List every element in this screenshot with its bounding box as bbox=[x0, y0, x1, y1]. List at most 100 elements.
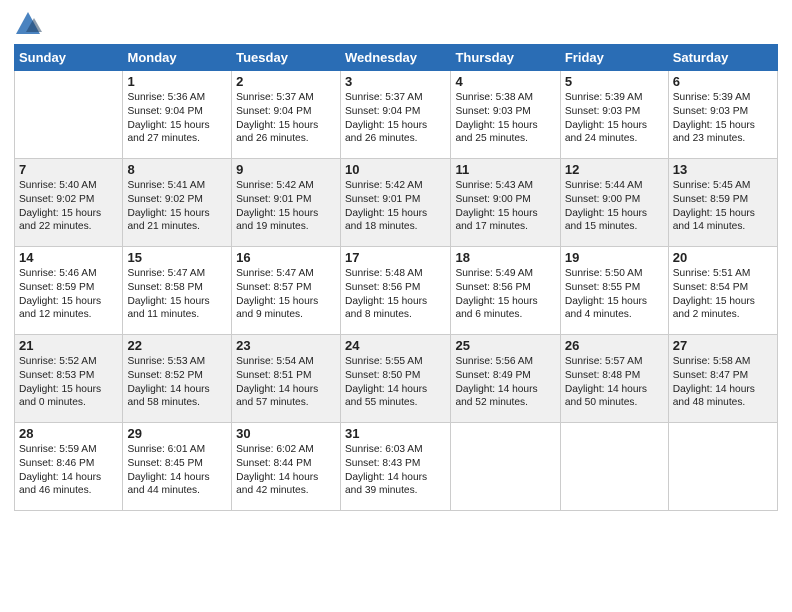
day-info: Sunrise: 5:44 AMSunset: 9:00 PMDaylight:… bbox=[565, 179, 664, 234]
calendar: SundayMondayTuesdayWednesdayThursdayFrid… bbox=[14, 44, 778, 511]
calendar-cell: 21 Sunrise: 5:52 AMSunset: 8:53 PMDayligh… bbox=[15, 335, 123, 423]
calendar-cell: 4 Sunrise: 5:38 AMSunset: 9:03 PMDaylight… bbox=[451, 71, 560, 159]
page: SundayMondayTuesdayWednesdayThursdayFrid… bbox=[0, 0, 792, 612]
day-number: 26 bbox=[565, 338, 664, 353]
calendar-cell: 11 Sunrise: 5:43 AMSunset: 9:00 PMDayligh… bbox=[451, 159, 560, 247]
weekday-friday: Friday bbox=[560, 45, 668, 71]
week-row-1: 7Sunrise: 5:40 AMSunset: 9:02 PMDaylight… bbox=[15, 159, 778, 247]
weekday-header-row: SundayMondayTuesdayWednesdayThursdayFrid… bbox=[15, 45, 778, 71]
calendar-cell: 1Sunrise: 5:36 AMSunset: 9:04 PMDaylight… bbox=[123, 71, 232, 159]
day-info: Sunrise: 5:43 AMSunset: 9:00 PMDaylight:… bbox=[455, 179, 555, 234]
day-info: Sunrise: 5:51 AMSunset: 8:54 PMDaylight:… bbox=[673, 267, 773, 322]
header bbox=[14, 10, 778, 38]
day-info: Sunrise: 5:55 AMSunset: 8:50 PMDaylight:… bbox=[345, 355, 446, 410]
week-row-0: 1Sunrise: 5:36 AMSunset: 9:04 PMDaylight… bbox=[15, 71, 778, 159]
day-info: Sunrise: 5:53 AMSunset: 8:52 PMDaylight:… bbox=[127, 355, 227, 410]
calendar-cell: 3Sunrise: 5:37 AMSunset: 9:04 PMDaylight… bbox=[341, 71, 451, 159]
day-number: 10 bbox=[345, 162, 446, 177]
calendar-cell: 18Sunrise: 5:49 AMSunset: 8:56 PMDayligh… bbox=[451, 247, 560, 335]
day-number: 7 bbox=[19, 162, 118, 177]
calendar-cell: 6 Sunrise: 5:39 AMSunset: 9:03 PMDaylight… bbox=[668, 71, 777, 159]
day-number: 4 bbox=[455, 74, 555, 89]
day-info: Sunrise: 6:03 AMSunset: 8:43 PMDaylight:… bbox=[345, 443, 446, 498]
day-number: 6 bbox=[673, 74, 773, 89]
calendar-cell: 8 Sunrise: 5:41 AMSunset: 9:02 PMDaylight… bbox=[123, 159, 232, 247]
weekday-saturday: Saturday bbox=[668, 45, 777, 71]
day-number: 12 bbox=[565, 162, 664, 177]
day-number: 5 bbox=[565, 74, 664, 89]
day-number: 28 bbox=[19, 426, 118, 441]
logo bbox=[14, 10, 44, 38]
day-number: 9 bbox=[236, 162, 336, 177]
calendar-cell: 22 Sunrise: 5:53 AMSunset: 8:52 PMDayligh… bbox=[123, 335, 232, 423]
day-info: Sunrise: 5:41 AMSunset: 9:02 PMDaylight:… bbox=[127, 179, 227, 234]
day-info: Sunrise: 5:45 AMSunset: 8:59 PMDaylight:… bbox=[673, 179, 773, 234]
weekday-sunday: Sunday bbox=[15, 45, 123, 71]
calendar-cell: 24 Sunrise: 5:55 AMSunset: 8:50 PMDayligh… bbox=[341, 335, 451, 423]
calendar-cell bbox=[560, 423, 668, 511]
day-info: Sunrise: 5:59 AMSunset: 8:46 PMDaylight:… bbox=[19, 443, 118, 498]
calendar-cell: 2 Sunrise: 5:37 AMSunset: 9:04 PMDaylight… bbox=[232, 71, 341, 159]
day-info: Sunrise: 5:39 AMSunset: 9:03 PMDaylight:… bbox=[565, 91, 664, 146]
day-info: Sunrise: 5:58 AMSunset: 8:47 PMDaylight:… bbox=[673, 355, 773, 410]
day-number: 25 bbox=[455, 338, 555, 353]
day-info: Sunrise: 5:56 AMSunset: 8:49 PMDaylight:… bbox=[455, 355, 555, 410]
day-info: Sunrise: 5:47 AMSunset: 8:57 PMDaylight:… bbox=[236, 267, 336, 322]
day-number: 27 bbox=[673, 338, 773, 353]
calendar-cell bbox=[15, 71, 123, 159]
day-info: Sunrise: 5:37 AMSunset: 9:04 PMDaylight:… bbox=[345, 91, 446, 146]
day-info: Sunrise: 5:52 AMSunset: 8:53 PMDaylight:… bbox=[19, 355, 118, 410]
day-info: Sunrise: 5:54 AMSunset: 8:51 PMDaylight:… bbox=[236, 355, 336, 410]
day-info: Sunrise: 5:38 AMSunset: 9:03 PMDaylight:… bbox=[455, 91, 555, 146]
day-number: 22 bbox=[127, 338, 227, 353]
weekday-wednesday: Wednesday bbox=[341, 45, 451, 71]
day-info: Sunrise: 5:39 AMSunset: 9:03 PMDaylight:… bbox=[673, 91, 773, 146]
calendar-cell: 9 Sunrise: 5:42 AMSunset: 9:01 PMDaylight… bbox=[232, 159, 341, 247]
calendar-cell: 14Sunrise: 5:46 AMSunset: 8:59 PMDayligh… bbox=[15, 247, 123, 335]
day-number: 24 bbox=[345, 338, 446, 353]
day-number: 30 bbox=[236, 426, 336, 441]
day-number: 29 bbox=[127, 426, 227, 441]
day-number: 16 bbox=[236, 250, 336, 265]
day-number: 21 bbox=[19, 338, 118, 353]
day-info: Sunrise: 5:37 AMSunset: 9:04 PMDaylight:… bbox=[236, 91, 336, 146]
calendar-cell: 20 Sunrise: 5:51 AMSunset: 8:54 PMDayligh… bbox=[668, 247, 777, 335]
day-info: Sunrise: 6:02 AMSunset: 8:44 PMDaylight:… bbox=[236, 443, 336, 498]
calendar-cell: 31 Sunrise: 6:03 AMSunset: 8:43 PMDayligh… bbox=[341, 423, 451, 511]
calendar-cell: 25 Sunrise: 5:56 AMSunset: 8:49 PMDayligh… bbox=[451, 335, 560, 423]
day-number: 2 bbox=[236, 74, 336, 89]
week-row-4: 28 Sunrise: 5:59 AMSunset: 8:46 PMDayligh… bbox=[15, 423, 778, 511]
week-row-3: 21 Sunrise: 5:52 AMSunset: 8:53 PMDayligh… bbox=[15, 335, 778, 423]
day-number: 15 bbox=[127, 250, 227, 265]
calendar-cell: 10 Sunrise: 5:42 AMSunset: 9:01 PMDayligh… bbox=[341, 159, 451, 247]
weekday-thursday: Thursday bbox=[451, 45, 560, 71]
day-number: 11 bbox=[455, 162, 555, 177]
calendar-cell: 5 Sunrise: 5:39 AMSunset: 9:03 PMDaylight… bbox=[560, 71, 668, 159]
day-info: Sunrise: 5:46 AMSunset: 8:59 PMDaylight:… bbox=[19, 267, 118, 322]
weekday-tuesday: Tuesday bbox=[232, 45, 341, 71]
day-info: Sunrise: 6:01 AMSunset: 8:45 PMDaylight:… bbox=[127, 443, 227, 498]
day-number: 13 bbox=[673, 162, 773, 177]
calendar-cell: 16 Sunrise: 5:47 AMSunset: 8:57 PMDayligh… bbox=[232, 247, 341, 335]
day-number: 20 bbox=[673, 250, 773, 265]
calendar-cell: 26 Sunrise: 5:57 AMSunset: 8:48 PMDayligh… bbox=[560, 335, 668, 423]
day-number: 19 bbox=[565, 250, 664, 265]
day-info: Sunrise: 5:57 AMSunset: 8:48 PMDaylight:… bbox=[565, 355, 664, 410]
day-info: Sunrise: 5:47 AMSunset: 8:58 PMDaylight:… bbox=[127, 267, 227, 322]
calendar-cell bbox=[451, 423, 560, 511]
calendar-cell: 30 Sunrise: 6:02 AMSunset: 8:44 PMDayligh… bbox=[232, 423, 341, 511]
week-row-2: 14Sunrise: 5:46 AMSunset: 8:59 PMDayligh… bbox=[15, 247, 778, 335]
day-number: 1 bbox=[127, 74, 227, 89]
calendar-cell: 29 Sunrise: 6:01 AMSunset: 8:45 PMDayligh… bbox=[123, 423, 232, 511]
day-info: Sunrise: 5:42 AMSunset: 9:01 PMDaylight:… bbox=[236, 179, 336, 234]
day-info: Sunrise: 5:42 AMSunset: 9:01 PMDaylight:… bbox=[345, 179, 446, 234]
day-info: Sunrise: 5:48 AMSunset: 8:56 PMDaylight:… bbox=[345, 267, 446, 322]
calendar-cell bbox=[668, 423, 777, 511]
day-info: Sunrise: 5:50 AMSunset: 8:55 PMDaylight:… bbox=[565, 267, 664, 322]
calendar-cell: 15 Sunrise: 5:47 AMSunset: 8:58 PMDayligh… bbox=[123, 247, 232, 335]
day-number: 31 bbox=[345, 426, 446, 441]
calendar-cell: 12 Sunrise: 5:44 AMSunset: 9:00 PMDayligh… bbox=[560, 159, 668, 247]
calendar-cell: 27 Sunrise: 5:58 AMSunset: 8:47 PMDayligh… bbox=[668, 335, 777, 423]
calendar-cell: 13 Sunrise: 5:45 AMSunset: 8:59 PMDayligh… bbox=[668, 159, 777, 247]
day-number: 8 bbox=[127, 162, 227, 177]
